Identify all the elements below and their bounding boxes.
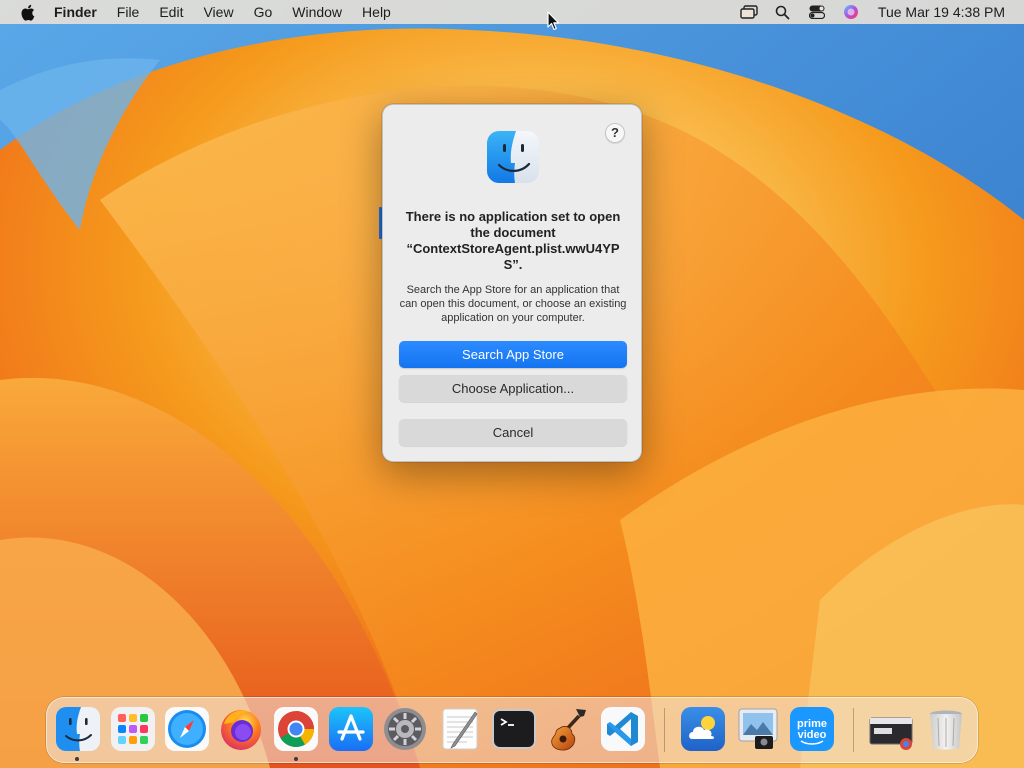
search-app-store-button[interactable]: Search App Store bbox=[399, 341, 627, 368]
dock: prime video bbox=[46, 697, 978, 763]
menu-window[interactable]: Window bbox=[282, 0, 352, 24]
safari-icon[interactable] bbox=[164, 706, 210, 752]
control-center-icon[interactable] bbox=[805, 0, 829, 24]
screen-mirroring-icon[interactable] bbox=[737, 0, 761, 24]
garageband-icon[interactable] bbox=[546, 706, 592, 752]
finder-icon[interactable] bbox=[55, 706, 101, 752]
finder-icon bbox=[487, 131, 539, 183]
menu-help[interactable]: Help bbox=[352, 0, 401, 24]
no-application-dialog: ? There is no application set to open th… bbox=[382, 104, 642, 462]
menu-edit[interactable]: Edit bbox=[149, 0, 193, 24]
cancel-button[interactable]: Cancel bbox=[399, 419, 627, 446]
menu-clock[interactable]: Tue Mar 19 4:38 PM bbox=[878, 4, 1005, 20]
terminal-icon[interactable] bbox=[491, 706, 537, 752]
running-indicator bbox=[294, 757, 298, 761]
dock-separator bbox=[664, 708, 665, 752]
chrome-icon[interactable] bbox=[273, 706, 319, 752]
menu-file[interactable]: File bbox=[107, 0, 150, 24]
app-store-icon[interactable] bbox=[328, 706, 374, 752]
menu-go[interactable]: Go bbox=[244, 0, 283, 24]
dialog-title: There is no application set to open the … bbox=[405, 209, 621, 272]
dock-separator bbox=[853, 708, 854, 752]
trash-icon[interactable] bbox=[923, 706, 969, 752]
firefox-icon[interactable] bbox=[218, 706, 264, 752]
help-button[interactable]: ? bbox=[605, 123, 625, 143]
prime-video-icon[interactable]: prime video bbox=[789, 706, 835, 752]
downloads-stack-icon[interactable] bbox=[868, 706, 914, 752]
preview-icon[interactable] bbox=[735, 706, 781, 752]
vscode-icon[interactable] bbox=[600, 706, 646, 752]
apple-menu-icon[interactable] bbox=[16, 0, 38, 24]
menu-app-name[interactable]: Finder bbox=[52, 0, 107, 24]
status-area: Tue Mar 19 4:38 PM bbox=[732, 0, 1024, 24]
system-settings-icon[interactable] bbox=[382, 706, 428, 752]
launchpad-icon[interactable] bbox=[110, 706, 156, 752]
prime-video-label-video: video bbox=[798, 729, 827, 741]
menu-view[interactable]: View bbox=[193, 0, 243, 24]
choose-application-button[interactable]: Choose Application... bbox=[399, 375, 627, 402]
siri-icon[interactable] bbox=[839, 0, 863, 24]
running-indicator bbox=[75, 757, 79, 761]
weather-icon[interactable] bbox=[680, 706, 726, 752]
spotlight-search-icon[interactable] bbox=[771, 0, 795, 24]
menu-bar: Finder File Edit View Go Window Help Tue… bbox=[0, 0, 1024, 24]
dialog-message: Search the App Store for an application … bbox=[399, 284, 627, 324]
textedit-icon[interactable] bbox=[437, 706, 483, 752]
mouse-cursor-icon bbox=[547, 11, 560, 31]
